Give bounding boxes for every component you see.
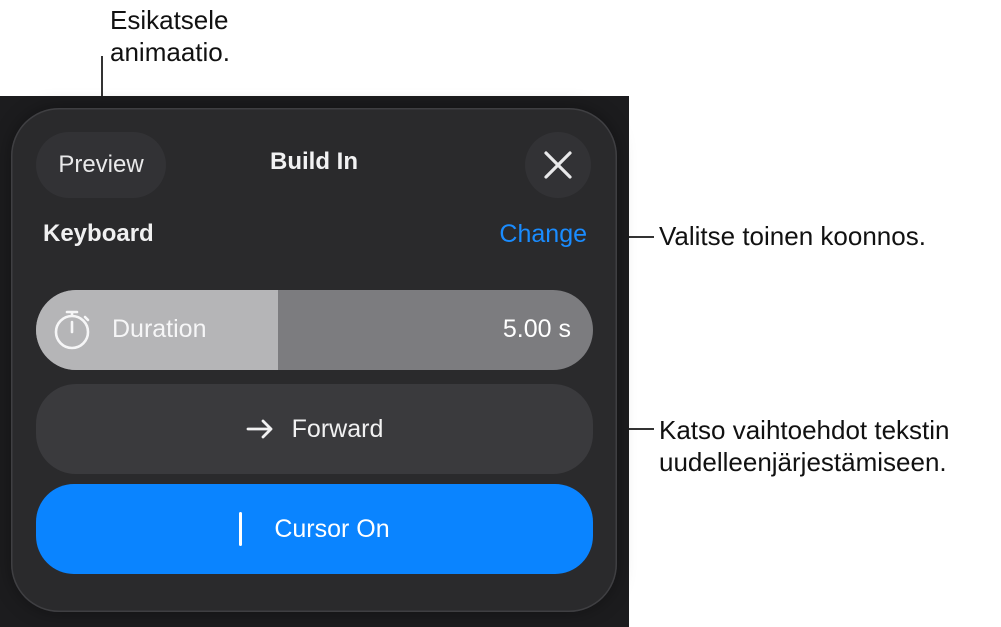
duration-slider[interactable]: Duration 5.00 s [36,290,593,370]
preview-button[interactable]: Preview [36,132,166,198]
build-effect-name: Keyboard [43,220,154,247]
build-in-panel: Preview Build In Keyboard Change Duratio… [11,108,617,612]
panel-title: Build In [270,148,358,175]
close-icon [544,151,572,179]
direction-label: Forward [291,414,384,443]
direction-button[interactable]: Forward [36,384,593,474]
close-button[interactable] [525,132,591,198]
cursor-toggle-button[interactable]: Cursor On [36,484,593,574]
callout-forward-line1: Katso vaihtoehdot tekstin [659,415,950,445]
callout-forward-line2: uudelleenjärjestämiseen. [659,447,947,477]
arrow-right-icon [246,419,273,439]
callout-forward: Katso vaihtoehdot tekstin uudelleenjärje… [659,414,950,478]
timer-icon [54,310,90,350]
cursor-label: Cursor On [274,514,390,543]
change-build-link[interactable]: Change [499,220,587,249]
device-screen: Preview Build In Keyboard Change Duratio… [0,96,629,627]
callout-preview-line1: Esikatsele [110,5,229,35]
text-cursor-icon [239,512,243,546]
callout-preview-line2: animaatio. [110,37,230,67]
duration-value: 5.00 s [502,315,571,343]
duration-label: Duration [112,315,207,343]
callout-change: Valitse toinen koonnos. [659,221,926,251]
callout-preview: Esikatsele animaatio. [110,4,230,68]
